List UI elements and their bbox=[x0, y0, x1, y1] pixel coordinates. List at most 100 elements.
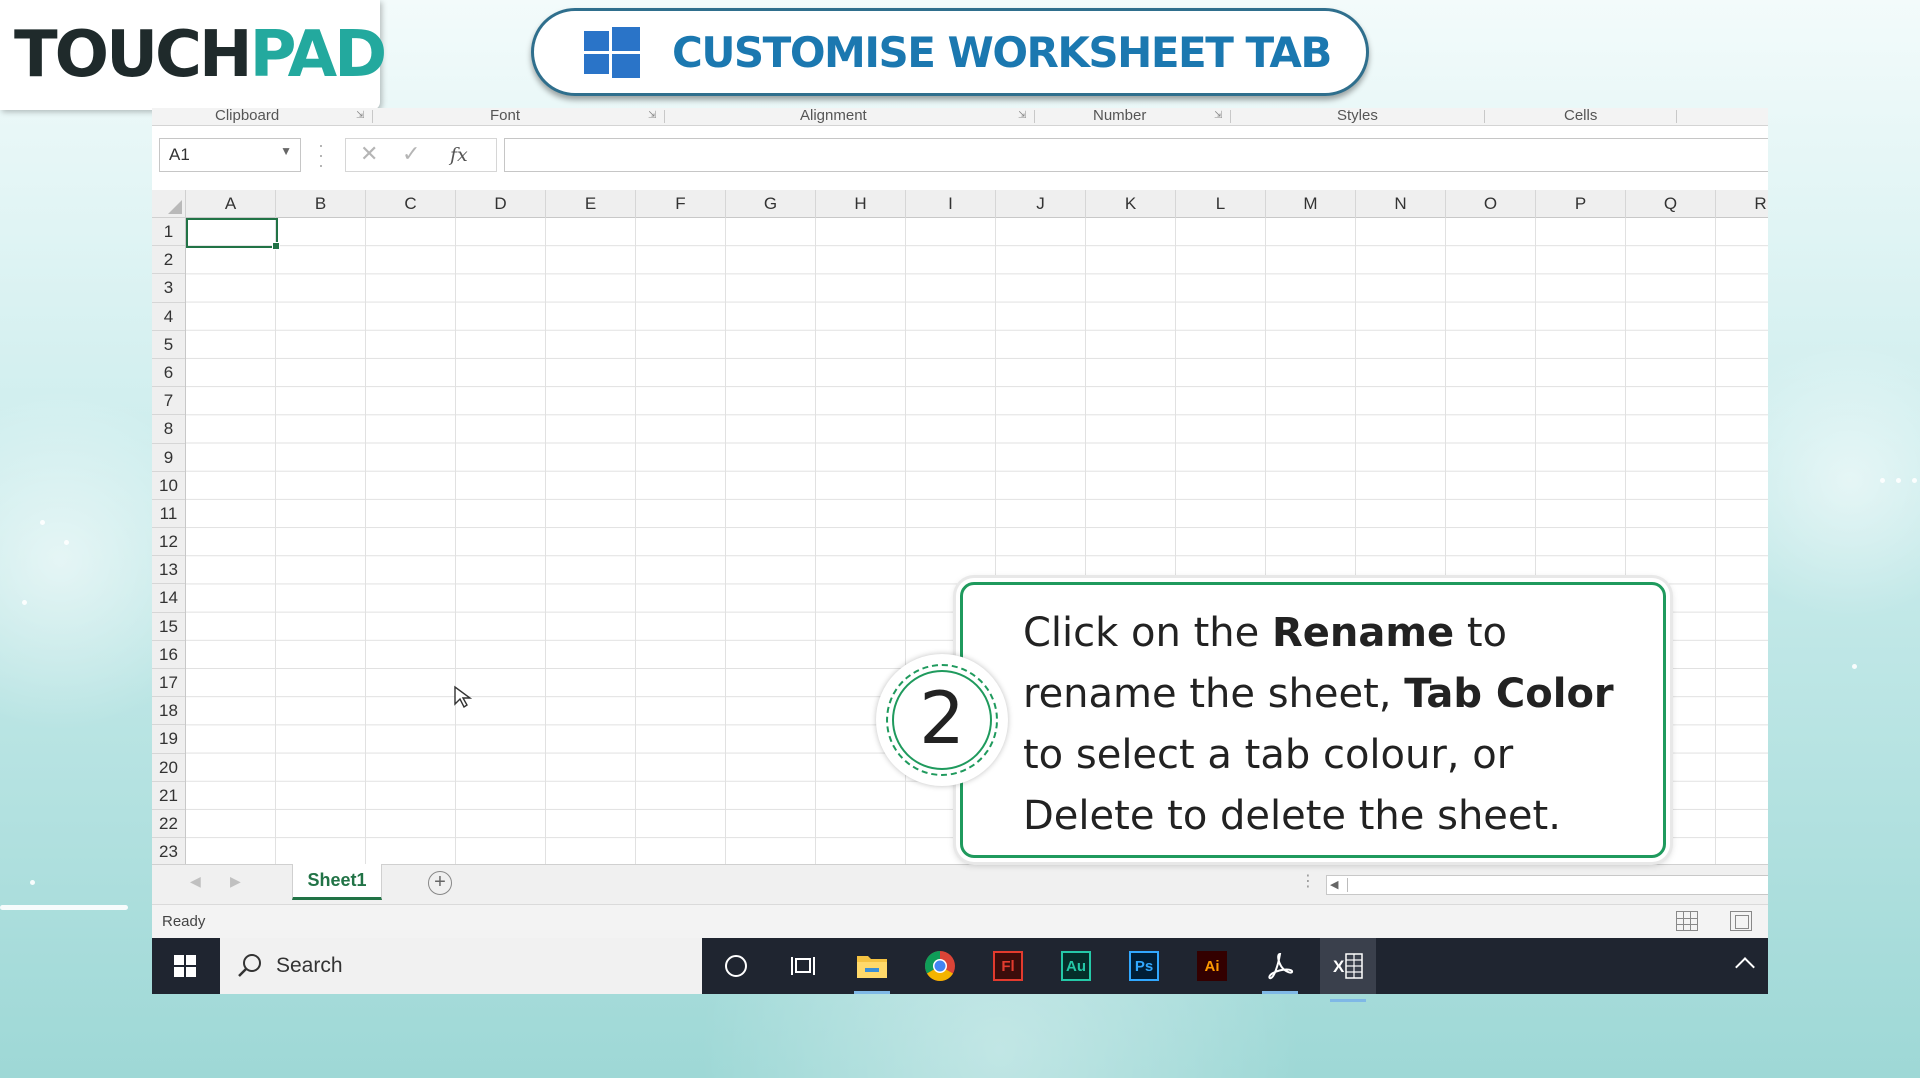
photoshop-button[interactable]: Ps bbox=[1116, 946, 1172, 986]
column-header[interactable]: H bbox=[816, 190, 906, 218]
ribbon-group-clipboard: Clipboard bbox=[215, 107, 280, 124]
decorative-line bbox=[0, 905, 128, 910]
task-view-button[interactable] bbox=[776, 946, 832, 986]
search-placeholder: Search bbox=[276, 954, 343, 977]
scroll-left-icon[interactable]: ◀ bbox=[1330, 878, 1338, 891]
row-header[interactable]: 15 bbox=[152, 613, 185, 641]
file-explorer-button[interactable] bbox=[844, 946, 900, 994]
formula-input[interactable] bbox=[504, 138, 1768, 172]
row-header[interactable]: 11 bbox=[152, 500, 185, 529]
column-header[interactable]: F bbox=[636, 190, 726, 218]
ribbon-group-labels: Clipboard ⇲ Font ⇲ Alignment ⇲ Number ⇲ … bbox=[152, 107, 1768, 126]
column-header[interactable]: G bbox=[726, 190, 816, 218]
row-header[interactable]: 2 bbox=[152, 246, 185, 275]
dialog-launcher-icon[interactable]: ⇲ bbox=[1214, 110, 1222, 121]
ribbon-group-styles: Styles bbox=[1337, 107, 1378, 124]
horizontal-scrollbar[interactable]: ◀ bbox=[1326, 875, 1768, 895]
row-header[interactable]: 19 bbox=[152, 725, 185, 754]
row-header[interactable]: 23 bbox=[152, 838, 185, 864]
enter-icon[interactable]: ✓ bbox=[402, 141, 420, 167]
name-box[interactable]: A1 ▼ bbox=[159, 138, 301, 172]
select-all-button[interactable] bbox=[152, 190, 186, 218]
status-text: Ready bbox=[162, 913, 206, 930]
column-header[interactable]: J bbox=[996, 190, 1086, 218]
step-badge: 2 bbox=[876, 654, 1008, 786]
row-header[interactable]: 8 bbox=[152, 415, 185, 444]
callout-text: Click on the Rename to rename the sheet,… bbox=[960, 582, 1666, 858]
row-header[interactable]: 12 bbox=[152, 528, 185, 557]
cortana-circle-icon bbox=[725, 955, 747, 977]
logo-text-part1: TOUCH bbox=[14, 18, 253, 92]
start-button[interactable] bbox=[152, 938, 218, 994]
cancel-icon[interactable]: ✕ bbox=[360, 141, 378, 167]
acrobat-icon bbox=[1268, 952, 1293, 980]
normal-view-icon[interactable] bbox=[1676, 911, 1698, 931]
dialog-launcher-icon[interactable]: ⇲ bbox=[1018, 110, 1026, 121]
vertical-dots-icon[interactable]: ⋮ bbox=[1300, 871, 1316, 891]
step-number: 2 bbox=[919, 676, 965, 760]
logo-text-part2: PAD bbox=[249, 18, 388, 92]
row-header[interactable]: 22 bbox=[152, 810, 185, 839]
row-header[interactable]: 3 bbox=[152, 274, 185, 303]
scroll-tabs-left-icon[interactable]: ◀ bbox=[190, 873, 201, 890]
mouse-cursor-icon bbox=[454, 685, 473, 709]
insert-function-icon[interactable]: fx bbox=[450, 144, 468, 166]
chrome-button[interactable] bbox=[912, 946, 968, 986]
excel-taskbar-button[interactable]: X bbox=[1320, 938, 1376, 1002]
row-header[interactable]: 7 bbox=[152, 387, 185, 416]
page-layout-view-icon[interactable] bbox=[1730, 911, 1752, 931]
column-header[interactable]: E bbox=[546, 190, 636, 218]
vertical-dots-icon[interactable]: · · · bbox=[318, 136, 324, 174]
row-header[interactable]: 6 bbox=[152, 359, 185, 388]
row-headers: 1 2 3 4 5 6 7 8 9 10 11 12 13 14 15 16 17 18 19 20 21 22 23 bbox=[152, 218, 186, 864]
scrollbar-thumb[interactable] bbox=[1347, 878, 1757, 892]
column-header[interactable]: L bbox=[1176, 190, 1266, 218]
column-header[interactable]: Q bbox=[1626, 190, 1716, 218]
row-header[interactable]: 5 bbox=[152, 331, 185, 359]
dialog-launcher-icon[interactable]: ⇲ bbox=[356, 110, 364, 121]
row-header[interactable]: 20 bbox=[152, 754, 185, 782]
flash-button[interactable]: Fl bbox=[980, 946, 1036, 986]
cortana-button[interactable] bbox=[708, 946, 764, 986]
column-header[interactable]: C bbox=[366, 190, 456, 218]
new-sheet-button[interactable]: + bbox=[428, 871, 452, 895]
row-header[interactable]: 14 bbox=[152, 584, 185, 613]
row-header[interactable]: 10 bbox=[152, 472, 185, 500]
scroll-tabs-right-icon[interactable]: ▶ bbox=[230, 873, 241, 890]
row-header[interactable]: 18 bbox=[152, 697, 185, 726]
column-header[interactable]: A bbox=[186, 190, 276, 218]
title-banner: CUSTOMISE WORKSHEET TAB bbox=[531, 8, 1369, 96]
chrome-icon bbox=[924, 951, 955, 982]
taskbar-search[interactable]: Search bbox=[220, 938, 702, 994]
column-header[interactable]: N bbox=[1356, 190, 1446, 218]
dialog-launcher-icon[interactable]: ⇲ bbox=[648, 110, 656, 121]
excel-icon: X bbox=[1333, 953, 1363, 979]
row-header[interactable]: 16 bbox=[152, 641, 185, 669]
row-header[interactable]: 1 bbox=[152, 218, 185, 247]
chevron-up-icon[interactable] bbox=[1735, 957, 1755, 977]
flash-app-icon: Fl bbox=[993, 951, 1023, 981]
row-header[interactable]: 13 bbox=[152, 556, 185, 585]
column-header[interactable]: M bbox=[1266, 190, 1356, 218]
row-header[interactable]: 21 bbox=[152, 782, 185, 810]
name-box-value: A1 bbox=[169, 145, 190, 164]
sheet-tab-sheet1[interactable]: Sheet1 bbox=[292, 864, 382, 900]
column-header[interactable]: O bbox=[1446, 190, 1536, 218]
column-header[interactable]: B bbox=[276, 190, 366, 218]
column-header[interactable]: D bbox=[456, 190, 546, 218]
illustrator-button[interactable]: Ai bbox=[1184, 946, 1240, 986]
column-header[interactable]: R bbox=[1716, 190, 1768, 218]
column-header[interactable]: P bbox=[1536, 190, 1626, 218]
active-cell-a1[interactable] bbox=[186, 218, 280, 250]
row-header[interactable]: 4 bbox=[152, 303, 185, 331]
windows-logo-icon bbox=[584, 27, 640, 78]
column-header[interactable]: K bbox=[1086, 190, 1176, 218]
audition-button[interactable]: Au bbox=[1048, 946, 1104, 986]
chevron-down-icon[interactable]: ▼ bbox=[280, 144, 292, 158]
acrobat-button[interactable] bbox=[1252, 946, 1308, 994]
row-header[interactable]: 17 bbox=[152, 669, 185, 698]
excel-icon-label: X bbox=[1333, 957, 1345, 976]
column-header[interactable]: I bbox=[906, 190, 996, 218]
row-header[interactable]: 9 bbox=[152, 444, 185, 472]
status-bar: Ready bbox=[152, 904, 1768, 938]
